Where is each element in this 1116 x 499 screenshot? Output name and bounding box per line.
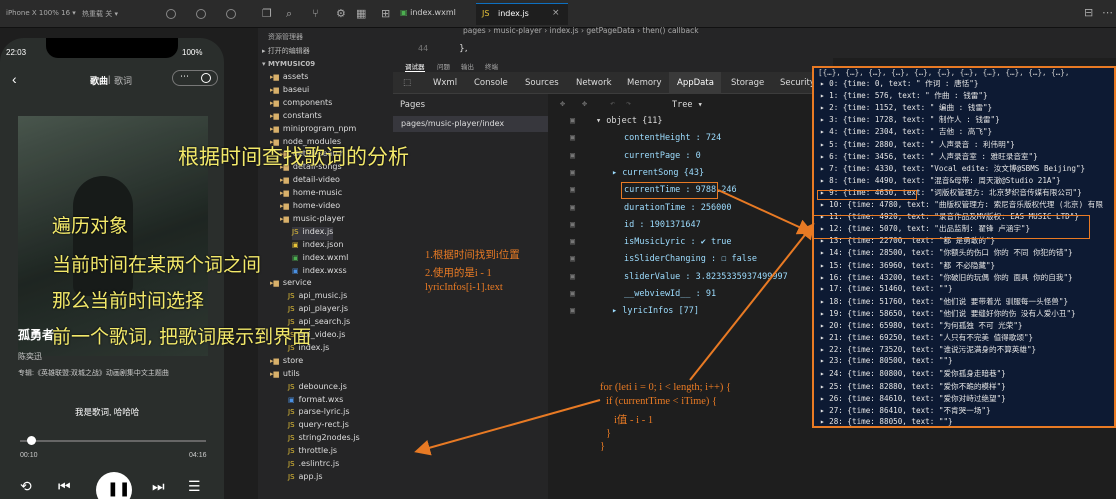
arrow-to-lyrics bbox=[717, 189, 814, 235]
annotation-arrows bbox=[414, 189, 815, 456]
arrow-loop-to-lyrics bbox=[689, 222, 815, 381]
arrow-to-player bbox=[414, 399, 601, 456]
